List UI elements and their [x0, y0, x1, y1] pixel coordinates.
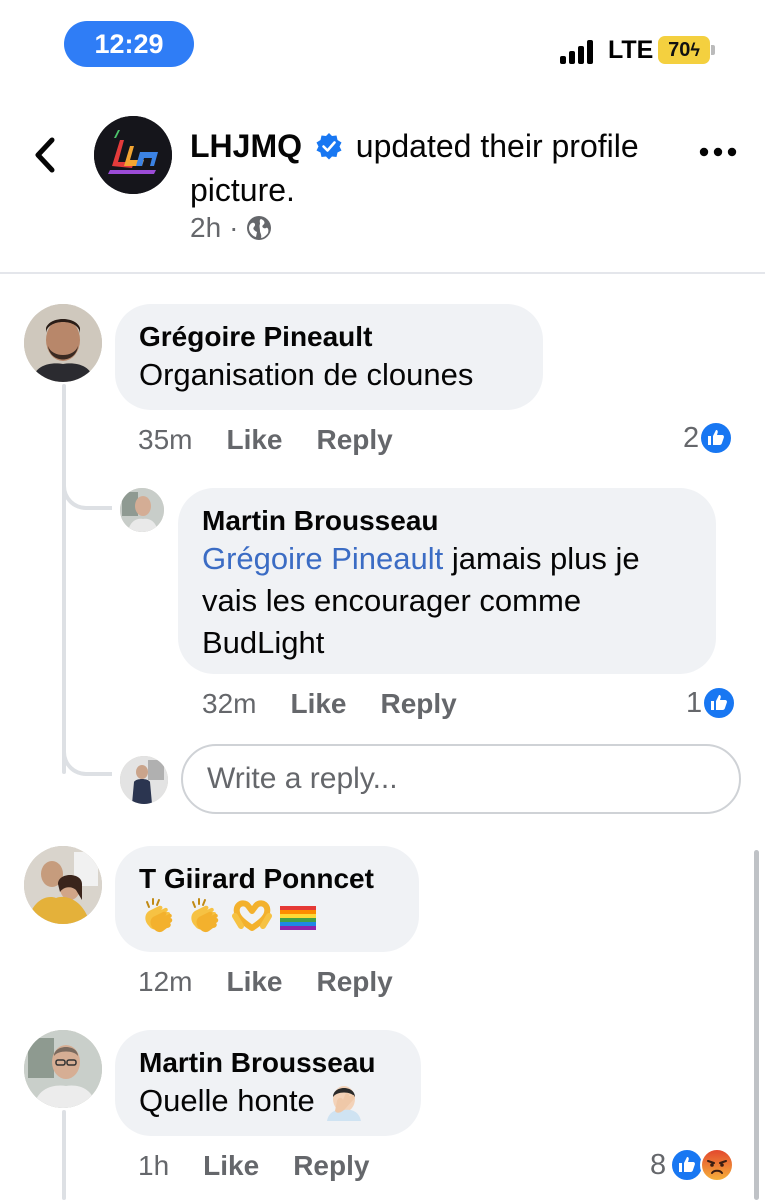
like-reaction-icon	[702, 686, 737, 720]
more-options-icon[interactable]	[698, 144, 738, 160]
post-meta: 2h ·	[190, 212, 272, 244]
like-reaction-icon	[699, 421, 734, 455]
reply-text: Grégoire Pineault jamais plus je vais les…	[202, 538, 692, 664]
clapping-hands-emoji-icon	[145, 898, 173, 933]
comment-emojis	[139, 896, 395, 936]
person-photo-icon	[24, 1030, 102, 1108]
avatar[interactable]	[24, 1030, 102, 1108]
like-reaction-icon	[670, 1148, 705, 1182]
comment-text: Quelle honte	[139, 1080, 397, 1122]
reply-button[interactable]: Reply	[293, 1150, 369, 1182]
reaction-count: 2	[683, 421, 700, 454]
cellular-signal-icon	[560, 38, 600, 64]
avatar[interactable]	[24, 846, 102, 924]
lhjmq-logo-icon	[94, 116, 172, 194]
reply-button[interactable]: Reply	[317, 424, 393, 456]
page-avatar[interactable]	[94, 116, 172, 194]
person-photo-icon	[120, 756, 168, 804]
write-reply-input[interactable]: Write a reply...	[181, 744, 741, 814]
post-header: LHJMQ updated their profile picture. 2h …	[0, 100, 765, 272]
reaction-count: 1	[686, 686, 703, 719]
meta-separator: ·	[229, 212, 239, 243]
reply-text-line1: jamais plus je	[443, 541, 640, 576]
heart-hands-emoji-icon	[232, 900, 272, 931]
comment-author[interactable]: Martin Brousseau	[139, 1046, 397, 1080]
like-button[interactable]: Like	[226, 424, 282, 456]
comment-actions: 35m Like Reply	[138, 424, 393, 456]
like-button[interactable]: Like	[290, 688, 346, 720]
comment-bubble[interactable]: T Giirard Ponncet	[115, 846, 419, 952]
reaction-summary[interactable]: 1	[686, 686, 737, 720]
reply-input-placeholder: Write a reply...	[207, 762, 398, 795]
page-name-link[interactable]: LHJMQ	[190, 128, 302, 164]
avatar[interactable]	[120, 488, 164, 532]
comment-time[interactable]: 35m	[138, 424, 192, 456]
verified-badge-icon	[316, 133, 342, 160]
network-type: LTE	[608, 36, 654, 64]
like-button[interactable]: Like	[203, 1150, 259, 1182]
current-user-avatar	[120, 756, 168, 804]
comment-actions: 12m Like Reply	[138, 966, 393, 998]
clapping-hands-emoji-icon	[191, 898, 219, 933]
mention-link[interactable]: Grégoire Pineault	[202, 541, 443, 576]
thread-connector	[62, 470, 112, 510]
comment-text-body: Quelle honte	[139, 1083, 315, 1118]
facepalm-emoji-icon	[326, 1086, 361, 1121]
reply-text-line3: BudLight	[202, 625, 325, 660]
battery-level: 70	[668, 38, 691, 61]
avatar[interactable]	[24, 304, 102, 382]
comment-actions: 1h Like Reply	[138, 1150, 369, 1182]
status-time: 12:29	[64, 21, 194, 67]
like-button[interactable]: Like	[226, 966, 282, 998]
post-time[interactable]: 2h	[190, 212, 221, 244]
reaction-summary[interactable]: 8	[650, 1148, 735, 1182]
rainbow-flag-emoji-icon	[280, 906, 316, 930]
back-chevron-icon[interactable]	[30, 130, 60, 180]
reply-bubble[interactable]: Martin Brousseau Grégoire Pineault jamai…	[178, 488, 716, 674]
reaction-summary[interactable]: 2	[683, 421, 734, 455]
header-divider	[0, 272, 765, 274]
comment-bubble[interactable]: Martin Brousseau Quelle honte	[115, 1030, 421, 1136]
people-photo-icon	[24, 846, 102, 924]
reply-text-line2: vais les encourager comme	[202, 583, 582, 618]
comment-time[interactable]: 1h	[138, 1150, 169, 1182]
post-title: LHJMQ updated their profile picture.	[190, 124, 660, 212]
reply-author[interactable]: Martin Brousseau	[202, 504, 692, 538]
globe-public-icon	[247, 216, 272, 240]
comment-bubble[interactable]: Grégoire Pineault Organisation de cloune…	[115, 304, 543, 410]
reply-actions: 32m Like Reply	[202, 688, 457, 720]
thread-connector	[62, 736, 112, 776]
reply-button[interactable]: Reply	[381, 688, 457, 720]
person-photo-icon	[24, 304, 102, 382]
reply-time[interactable]: 32m	[202, 688, 256, 720]
reaction-count: 8	[650, 1148, 667, 1181]
reply-button[interactable]: Reply	[317, 966, 393, 998]
comment-time[interactable]: 12m	[138, 966, 192, 998]
charging-bolt-icon: ϟ	[690, 39, 700, 60]
angry-reaction-icon	[700, 1148, 735, 1182]
status-bar: 12:29 LTE 70 ϟ	[0, 0, 765, 90]
comment-author[interactable]: Grégoire Pineault	[139, 320, 519, 354]
thread-line	[62, 384, 66, 774]
comment-author[interactable]: T Giirard Ponncet	[139, 862, 395, 896]
person-photo-icon	[120, 488, 164, 532]
thread-line	[62, 1110, 66, 1200]
comment-text: Organisation de clounes	[139, 357, 474, 392]
scrollbar[interactable]	[754, 850, 759, 1200]
battery-icon: 70 ϟ	[658, 36, 715, 64]
